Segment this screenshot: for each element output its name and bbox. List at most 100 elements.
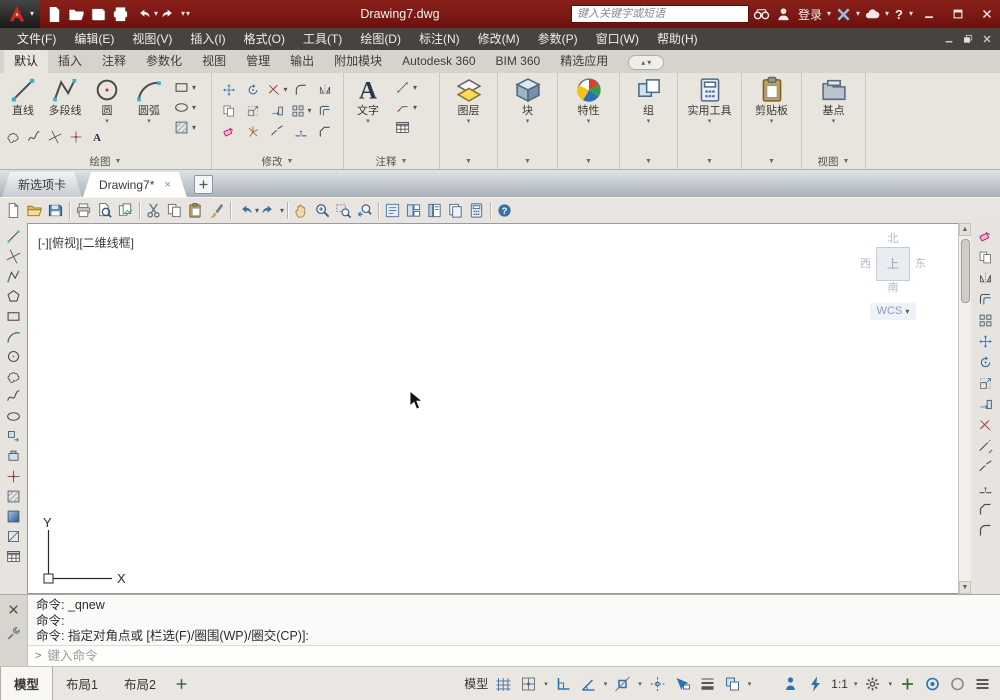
toolbar-properties-button[interactable] [382, 200, 403, 221]
ribbon-tab-bim360[interactable]: BIM 360 [486, 50, 551, 73]
chamfer-tool-icon[interactable] [317, 125, 333, 139]
leader-dropdown-icon[interactable]: ▾ [413, 103, 417, 113]
array-dropdown-icon[interactable]: ▾ [307, 106, 311, 116]
annotation-visibility-icon[interactable] [806, 675, 825, 693]
scroll-up-arrow-icon[interactable]: ▲ [959, 223, 971, 236]
sign-in-label[interactable]: 登录 [798, 6, 822, 23]
toolbar-undo-button[interactable] [234, 200, 255, 221]
properties-button[interactable]: 特性 ▾ [575, 75, 603, 126]
layout-tab-layout1[interactable]: 布局1 [53, 667, 111, 700]
rectangle-dropdown-icon[interactable]: ▾ [192, 83, 196, 93]
circle-tool-button[interactable]: 圆 ▾ [87, 75, 127, 126]
menu-window[interactable]: 窗口(W) [587, 28, 648, 50]
qat-undo-button[interactable] [132, 4, 153, 25]
viewport-controls[interactable]: [-][俯视][二维线框] [38, 234, 134, 251]
table-tool-icon[interactable] [394, 120, 411, 135]
menu-tools[interactable]: 工具(T) [294, 28, 351, 50]
qat-plot-button[interactable] [110, 4, 131, 25]
a360-dropdown-icon[interactable]: ▾ [885, 9, 889, 19]
command-customize-wrench-icon[interactable] [6, 626, 21, 641]
layers-button[interactable]: 图层 ▾ [455, 75, 483, 126]
maximize-button[interactable] [945, 4, 971, 24]
erase-icon[interactable] [976, 228, 995, 245]
qat-open-button[interactable] [66, 4, 87, 25]
polygon-icon[interactable] [4, 288, 23, 305]
viewcube-west-label[interactable]: 西 [860, 257, 871, 272]
join-icon[interactable] [976, 480, 995, 497]
layers-panel-footer[interactable]: ▼ [440, 153, 497, 169]
view-panel-footer[interactable]: 视图 ▼ [802, 153, 865, 169]
arc-tool-button[interactable]: 圆弧 ▾ [129, 75, 169, 126]
offset-icon[interactable] [976, 291, 995, 308]
help-icon[interactable]: ? [892, 7, 906, 22]
extend-icon[interactable] [976, 438, 995, 455]
ribbon-tab-autodesk360[interactable]: Autodesk 360 [392, 50, 485, 73]
ellipse-icon[interactable] [4, 408, 23, 425]
spline-icon[interactable] [4, 388, 23, 405]
object-snap-tracking-icon[interactable] [648, 675, 667, 693]
new-layout-button[interactable] [173, 676, 190, 692]
text-dropdown-icon[interactable]: ▾ [366, 118, 370, 126]
undo-dropdown-icon[interactable]: ▾ [154, 9, 158, 19]
vertical-scrollbar[interactable]: ▲ ▼ [958, 223, 971, 594]
ribbon-tab-output[interactable]: 输出 [280, 50, 324, 73]
trim-dropdown-icon[interactable]: ▾ [283, 85, 287, 95]
viewcube-top-face[interactable]: 上 [876, 247, 910, 281]
toolbar-redo-dropdown-icon[interactable]: ▾ [280, 206, 284, 216]
text-tool-button[interactable]: A 文字 ▾ [347, 75, 389, 153]
annotation-panel-footer[interactable]: 注释 ▼ [344, 153, 439, 169]
file-tab-new[interactable]: 新选项卡 [2, 172, 82, 197]
insert-block-icon[interactable] [4, 428, 23, 445]
menu-format[interactable]: 格式(O) [235, 28, 294, 50]
workspace-switching-icon[interactable] [863, 675, 882, 693]
ribbon-tab-addins[interactable]: 附加模块 [324, 50, 392, 73]
menu-dimension[interactable]: 标注(N) [410, 28, 469, 50]
toolbar-plot-preview-button[interactable] [94, 200, 115, 221]
viewcube-north-label[interactable]: 北 [850, 232, 936, 247]
utilities-panel-footer[interactable]: ▼ [678, 153, 741, 169]
hatch-icon[interactable] [4, 488, 23, 505]
clipboard-panel-footer[interactable]: ▼ [742, 153, 801, 169]
doc-minimize-button[interactable] [939, 31, 958, 47]
join-tool-icon[interactable] [293, 125, 309, 139]
toolbar-pan-button[interactable] [291, 200, 312, 221]
hatch-tool-icon[interactable] [173, 120, 190, 135]
group-panel-footer[interactable]: ▼ [620, 153, 677, 169]
create-block-icon[interactable] [4, 448, 23, 465]
command-close-icon[interactable] [6, 602, 21, 617]
region-icon[interactable] [4, 528, 23, 545]
toolbar-quickcalc-button[interactable] [466, 200, 487, 221]
toolbar-cut-button[interactable] [143, 200, 164, 221]
exchange-dropdown-icon[interactable]: ▾ [856, 9, 860, 19]
arc-dropdown-icon[interactable]: ▾ [147, 118, 151, 126]
construction-line-icon[interactable] [4, 248, 23, 265]
group-button[interactable]: 组 ▾ [635, 75, 663, 126]
ucs-icon[interactable]: Y X [40, 517, 140, 589]
ribbon-collapse-button[interactable]: ▴ ▾ [628, 55, 665, 70]
qat-new-button[interactable] [44, 4, 65, 25]
toolbar-publish-button[interactable] [115, 200, 136, 221]
toolbar-redo-button[interactable] [259, 200, 280, 221]
viewcube[interactable]: 北 西 上 东 南 WCS ▾ [850, 232, 936, 320]
grid-display-icon[interactable] [494, 675, 513, 693]
gradient-icon[interactable] [4, 508, 23, 525]
qat-save-button[interactable] [88, 4, 109, 25]
exchange-apps-icon[interactable] [834, 5, 853, 24]
layout-tab-model[interactable]: 模型 [0, 667, 54, 700]
properties-panel-footer[interactable]: ▼ [558, 153, 619, 169]
table-icon[interactable] [4, 548, 23, 565]
selection-cycling-icon[interactable] [723, 675, 742, 693]
drawing-canvas[interactable]: [-][俯视][二维线框] 北 西 上 东 南 WCS ▾ Y X [27, 223, 958, 594]
utilities-button[interactable]: 实用工具 ▾ [688, 75, 732, 126]
group-dropdown-icon[interactable]: ▾ [647, 118, 651, 126]
trim-tool-icon[interactable] [266, 83, 282, 97]
line-icon[interactable] [4, 228, 23, 245]
customization-menu-icon[interactable] [973, 675, 992, 693]
menu-parametric[interactable]: 参数(P) [529, 28, 587, 50]
sign-in-dropdown-icon[interactable]: ▾ [827, 9, 831, 19]
dimension-tool-icon[interactable] [394, 80, 411, 95]
layout-tab-layout2[interactable]: 布局2 [111, 667, 169, 700]
toolbar-tool-palettes-button[interactable] [424, 200, 445, 221]
ribbon-tab-annotate[interactable]: 注释 [92, 50, 136, 73]
trim-icon[interactable] [976, 417, 995, 434]
